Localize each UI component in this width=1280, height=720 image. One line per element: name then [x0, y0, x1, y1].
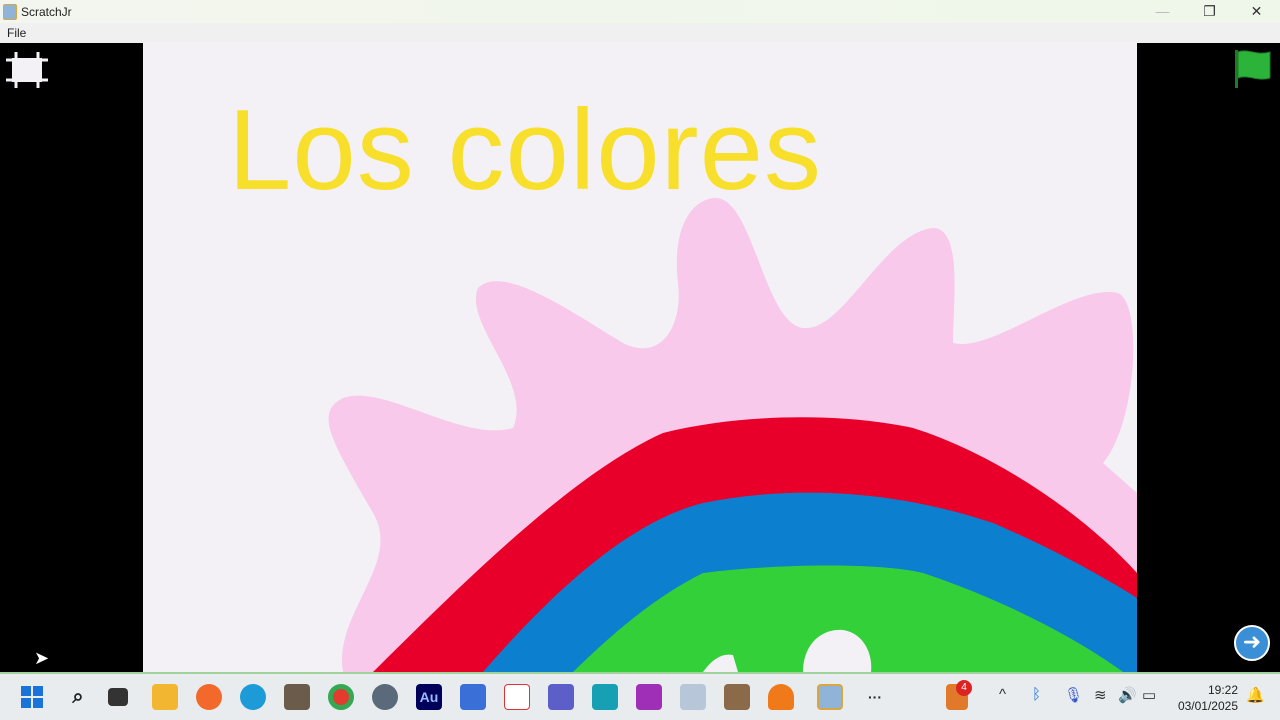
task-view-icon[interactable] — [108, 688, 128, 706]
stage-title-text[interactable]: Los colores — [228, 85, 822, 216]
bluetooth-icon[interactable]: ᛒ — [1032, 686, 1041, 703]
arrow-right-icon: ➜ — [1242, 629, 1262, 654]
taskbar: ⌕ Au ··· 4 ^ ᛒ 🎙 ≋ 🔊 ▭ 19:22 03/01/2025 … — [0, 672, 1280, 720]
close-button[interactable]: ✕ — [1233, 0, 1280, 23]
stage[interactable]: Los colores — [143, 43, 1137, 672]
battery-icon[interactable]: ▭ — [1142, 686, 1156, 704]
notification-badge: 4 — [956, 680, 972, 696]
teams-icon[interactable] — [548, 684, 574, 710]
title-bar: ScratchJr — ❐ ✕ — [0, 0, 1280, 23]
green-flag-icon[interactable] — [1232, 48, 1272, 90]
settings-icon[interactable] — [372, 684, 398, 710]
menu-file[interactable]: File — [7, 26, 26, 40]
notification-bell-icon[interactable]: 🔔 — [1246, 686, 1265, 704]
start-icon[interactable] — [19, 684, 45, 710]
firefox-icon[interactable] — [196, 684, 222, 710]
next-page-button[interactable]: ➜ — [1234, 625, 1270, 661]
chrome-icon[interactable] — [328, 684, 354, 710]
gimp-icon[interactable] — [284, 684, 310, 710]
clock[interactable]: 19:22 03/01/2025 — [1170, 682, 1238, 714]
power-automate-icon[interactable] — [460, 684, 486, 710]
date: 03/01/2025 — [1177, 699, 1238, 713]
minecraft-icon[interactable] — [724, 684, 750, 710]
menu-bar: File — [0, 23, 1280, 43]
window-title: ScratchJr — [21, 4, 72, 19]
scratchjr-taskbar-icon[interactable] — [817, 684, 843, 710]
mouse-cursor-icon: ➤ — [34, 648, 50, 668]
audition-icon[interactable]: Au — [416, 684, 442, 710]
exit-fullscreen-icon[interactable] — [4, 50, 50, 90]
scratch-cat-icon[interactable] — [680, 684, 706, 710]
chevron-up-icon[interactable]: ^ — [999, 686, 1006, 703]
more-apps-icon[interactable]: ··· — [862, 684, 888, 710]
search-icon[interactable]: ⌕ — [65, 684, 91, 710]
edu-icon[interactable] — [592, 684, 618, 710]
edge-icon[interactable] — [240, 684, 266, 710]
volume-icon[interactable]: 🔊 — [1118, 686, 1137, 704]
slime-icon[interactable] — [768, 684, 794, 710]
microphone-icon[interactable]: 🎙 — [1064, 686, 1083, 704]
office-icon[interactable] — [504, 684, 530, 710]
clipchamp-icon[interactable] — [636, 684, 662, 710]
time: 19:22 — [1207, 683, 1238, 697]
file-explorer-icon[interactable] — [152, 684, 178, 710]
wifi-icon[interactable]: ≋ — [1094, 686, 1107, 704]
maximize-button[interactable]: ❐ — [1186, 0, 1233, 23]
scratchjr-app-icon — [3, 3, 17, 20]
minimize-button[interactable]: — — [1139, 0, 1186, 23]
